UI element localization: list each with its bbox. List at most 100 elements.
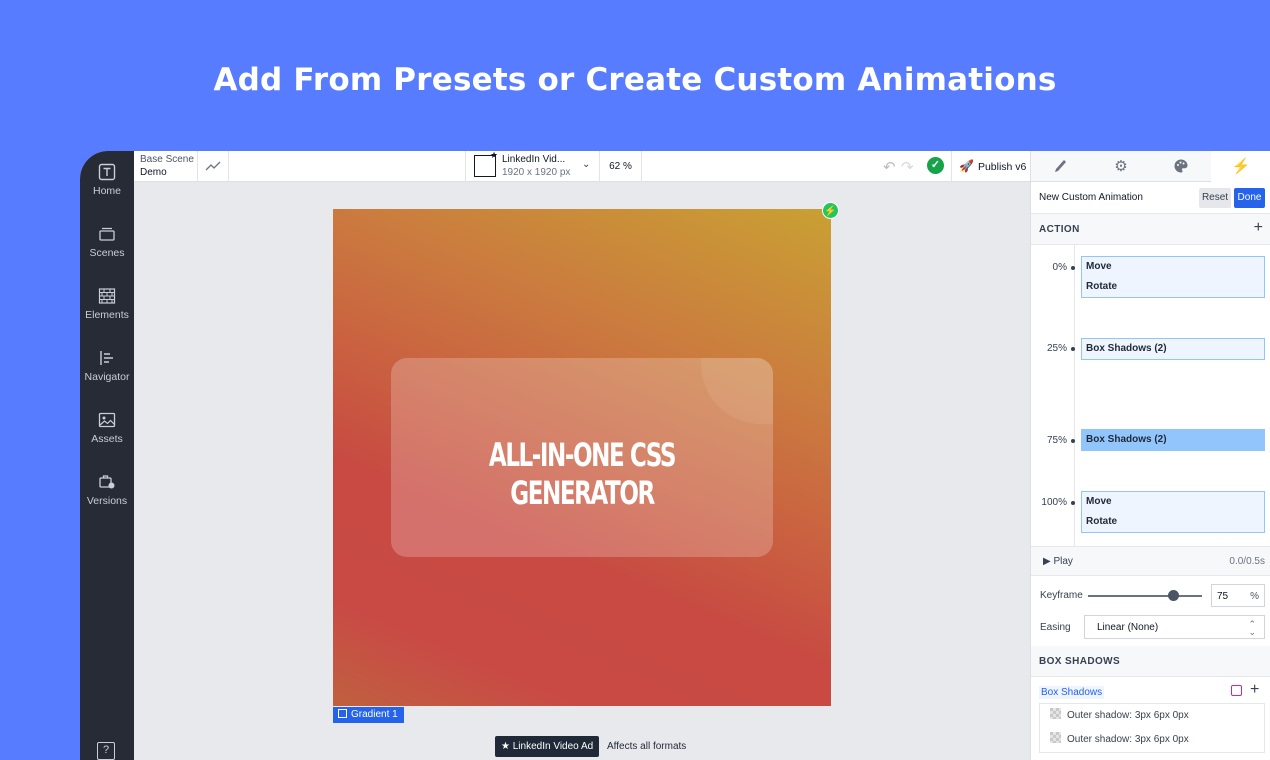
easing-label: Easing	[1040, 622, 1071, 633]
checker-swatch-icon	[1050, 708, 1061, 719]
format-size: 1920 x 1920 px	[502, 167, 571, 178]
rocket-icon: 🚀	[959, 159, 974, 173]
left-sidebar: Home Scenes Elements Navigator Assets Ve…	[80, 151, 134, 760]
keyframe-card-75[interactable]: Box Shadows (2)	[1081, 429, 1265, 451]
add-shadow-icon[interactable]: +	[1250, 681, 1259, 699]
box-shadows-section-header: BOX SHADOWS	[1031, 646, 1270, 677]
sidebar-item-scenes[interactable]: Scenes	[80, 225, 134, 259]
format-note: Affects all formats	[607, 741, 687, 752]
done-button[interactable]: Done	[1234, 188, 1265, 208]
keyframe-control-label: Keyframe	[1040, 590, 1083, 601]
shadow-item[interactable]: Outer shadow: 3px 6px 0px	[1040, 704, 1264, 728]
publish-label: Publish v6	[977, 161, 1027, 173]
editor-app: Home Scenes Elements Navigator Assets Ve…	[80, 151, 1270, 760]
tree-list-icon	[100, 351, 113, 365]
gear-icon: ⚙	[1114, 158, 1128, 175]
sidebar-item-label: Scenes	[89, 247, 125, 259]
format-name: LinkedIn Vid...	[502, 154, 566, 165]
easing-select[interactable]: Linear (None) ⌃ ⌄	[1084, 615, 1265, 639]
shadow-item[interactable]: Outer shadow: 3px 6px 0px	[1040, 728, 1264, 752]
trend-button[interactable]	[198, 151, 229, 182]
keyframe-card-25[interactable]: Box Shadows (2)	[1081, 338, 1265, 360]
keyframe-prop: Move	[1086, 496, 1112, 507]
scene-selector[interactable]: Base Scene Demo	[134, 151, 198, 182]
brush-icon	[1055, 160, 1066, 172]
undo-icon[interactable]: ↶	[883, 158, 896, 176]
properties-panel: ⚙ ⚡ New Custom Animation Reset Done ACTI…	[1030, 151, 1270, 760]
help-button[interactable]: ?	[97, 742, 115, 760]
keyframe-prop: Box Shadows (2)	[1086, 434, 1167, 445]
toolbar-divider	[951, 151, 952, 182]
glass-card[interactable]: ALL-IN-ONE CSS GENERATOR	[391, 358, 773, 557]
page-headline: Add From Presets or Create Custom Animat…	[213, 62, 1057, 98]
keyframe-card-0[interactable]: Move Rotate	[1081, 256, 1265, 298]
keyframe-card-100[interactable]: Move Rotate	[1081, 491, 1265, 533]
easing-value: Linear (None)	[1097, 622, 1159, 633]
redo-icon[interactable]: ↷	[901, 158, 914, 176]
tab-colors[interactable]	[1151, 151, 1211, 182]
layer-square-icon	[338, 709, 347, 718]
tab-style[interactable]	[1031, 151, 1091, 182]
sidebar-item-versions[interactable]: Versions	[80, 473, 134, 507]
panel-tabs: ⚙ ⚡	[1031, 151, 1270, 182]
star-icon: ★	[501, 741, 513, 752]
box-shadows-label[interactable]: Box Shadows	[1039, 686, 1105, 699]
publish-button[interactable]: 🚀 Publish v6	[959, 159, 1026, 173]
scene-name: Demo	[140, 167, 167, 178]
sidebar-item-label: Assets	[91, 433, 123, 445]
keyframe-value: 75	[1217, 591, 1229, 602]
reset-button[interactable]: Reset	[1199, 188, 1231, 208]
sidebar-item-label: Home	[92, 185, 121, 197]
saved-check-icon: ✓	[927, 157, 944, 174]
keyframe-controls: Keyframe 75 % Easing Linear (None) ⌃ ⌄	[1031, 576, 1270, 646]
play-button[interactable]: ▶ Play	[1043, 556, 1073, 567]
play-icon: ▶	[1043, 556, 1054, 567]
shadow-text: Outer shadow: 3px 6px 0px	[1067, 734, 1189, 745]
grid-icon[interactable]	[1231, 685, 1242, 696]
shadow-text: Outer shadow: 3px 6px 0px	[1067, 710, 1189, 721]
image-icon	[98, 412, 116, 428]
format-chip[interactable]: ★ LinkedIn Video Ad	[495, 736, 600, 757]
tab-animation[interactable]: ⚡	[1211, 151, 1270, 182]
sidebar-item-label: Elements	[85, 309, 129, 321]
brick-wall-icon	[98, 288, 116, 304]
keyframe-label: 25%	[1046, 343, 1067, 354]
layer-tag[interactable]: Gradient 1	[333, 707, 404, 723]
sidebar-item-navigator[interactable]: Navigator	[80, 349, 134, 383]
keyframe-prop: Move	[1086, 261, 1112, 272]
keyframe-prop: Box Shadows (2)	[1086, 343, 1167, 354]
chevron-down-icon: ⌄	[582, 159, 591, 170]
keyframe-timeline: 0% Move Rotate 25% Box Shadows (2) 75% B…	[1031, 245, 1270, 546]
keyframe-slider-track[interactable]	[1088, 595, 1202, 597]
scene-label: Base Scene	[140, 154, 194, 165]
card-title[interactable]: ALL-IN-ONE CSS GENERATOR	[444, 436, 719, 512]
sidebar-item-elements[interactable]: Elements	[80, 287, 134, 321]
keyframe-slider-handle[interactable]	[1168, 590, 1179, 601]
sidebar-item-home[interactable]: Home	[80, 163, 134, 197]
keyframe-dot	[1071, 439, 1075, 443]
palette-icon	[1174, 159, 1188, 173]
keyframe-value-input[interactable]: 75 %	[1211, 584, 1265, 607]
sidebar-item-assets[interactable]: Assets	[80, 411, 134, 445]
animation-bolt-icon[interactable]: ⚡	[822, 202, 839, 219]
text-box-icon	[98, 163, 116, 181]
add-action-icon[interactable]: +	[1254, 219, 1263, 237]
box-shadows-header: BOX SHADOWS	[1039, 656, 1121, 667]
animation-header: New Custom Animation Reset Done	[1031, 182, 1270, 214]
layers-stack-icon	[99, 227, 115, 241]
action-header: ACTION	[1039, 224, 1080, 235]
layer-name: Gradient 1	[351, 709, 398, 720]
artboard-gradient[interactable]: ALL-IN-ONE CSS GENERATOR	[333, 209, 831, 706]
format-chip-label: LinkedIn Video Ad	[512, 741, 594, 752]
keyframe-dot	[1071, 347, 1075, 351]
format-selector[interactable]: ★ LinkedIn Vid... 1920 x 1920 px ⌄	[465, 151, 600, 182]
tab-settings[interactable]: ⚙	[1091, 151, 1151, 182]
keyframe-label: 100%	[1041, 497, 1067, 508]
play-row: ▶ Play 0.0/0.5s	[1031, 546, 1270, 576]
star-icon: ★	[490, 151, 499, 160]
keyframe-prop: Rotate	[1086, 516, 1118, 527]
checker-swatch-icon	[1050, 732, 1061, 743]
top-toolbar: Base Scene Demo ★ LinkedIn Vid... 1920 x…	[134, 151, 1030, 182]
animation-title: New Custom Animation	[1039, 192, 1143, 203]
zoom-level[interactable]: 62 %	[600, 151, 642, 182]
